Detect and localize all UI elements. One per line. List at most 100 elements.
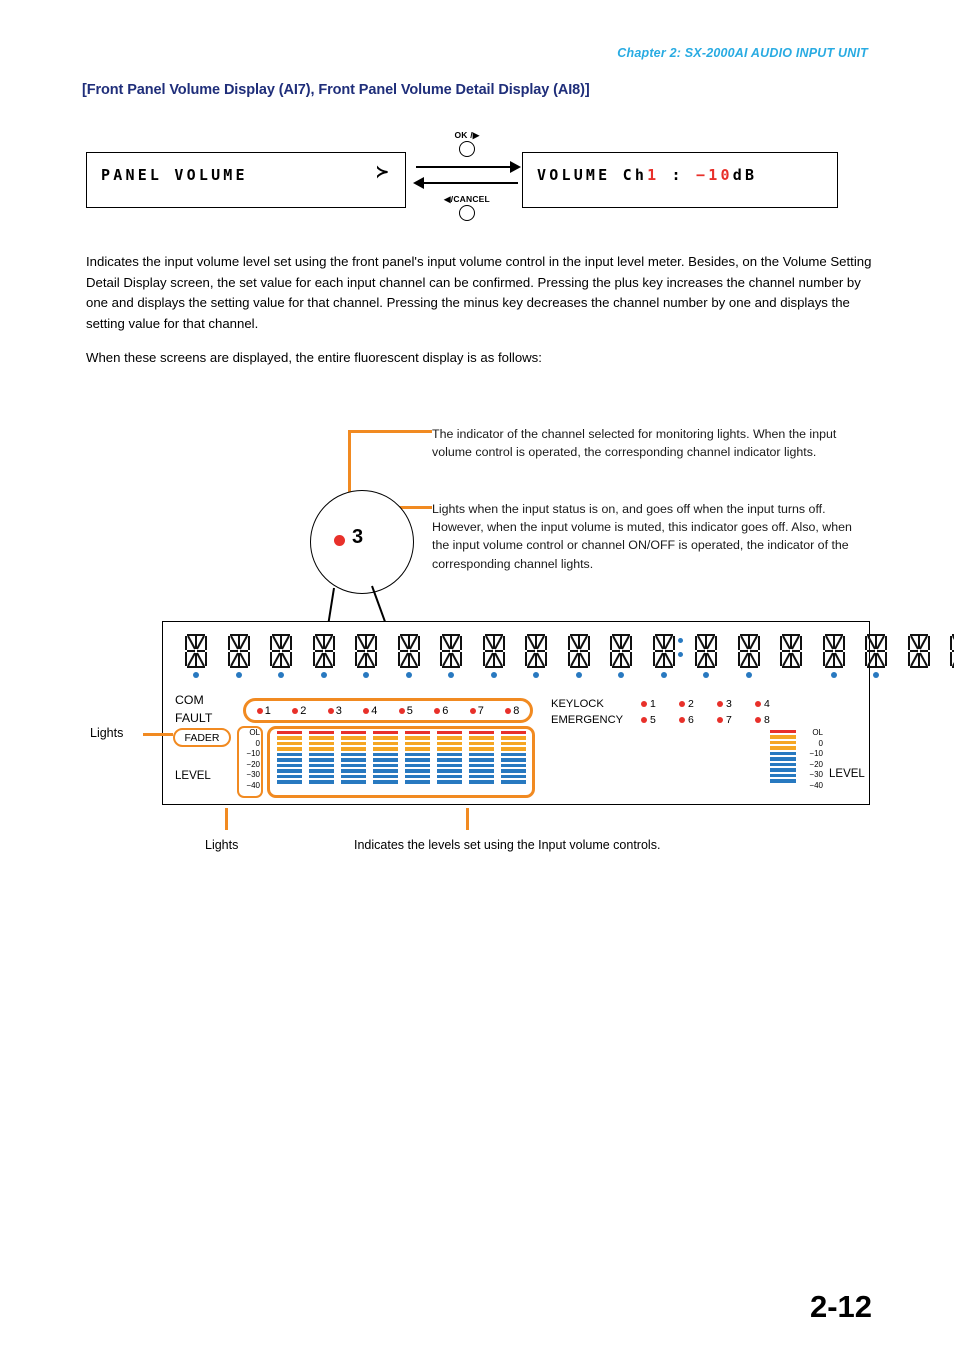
output-meter-scale-tick: −40: [809, 780, 823, 790]
level-meter-segment: [468, 741, 494, 746]
fourteen-segment-icon: [440, 634, 462, 668]
level-meter-segment: [308, 752, 334, 757]
level-label: LEVEL: [175, 770, 211, 782]
meter-scale-tick: OL: [249, 728, 260, 737]
output-level-meter-segment: [770, 746, 796, 750]
level-meter-segment: [404, 780, 430, 784]
level-meter-segment: [276, 731, 302, 735]
channel-indicator-number: 5: [406, 704, 413, 717]
channel-indicator-led-icon: [469, 707, 476, 714]
fourteen-segment-icon: [737, 634, 760, 668]
level-meter-column: [372, 731, 398, 784]
magnifier-tail-right: [371, 585, 388, 626]
segment-indicator-dot-icon: [320, 672, 327, 678]
channel-indicator: 2: [282, 705, 318, 717]
level-meter-segment: [308, 769, 334, 773]
output-level-meter-segment: [770, 740, 796, 745]
key-transition-group: OK /▶ ◀/CANCEL: [413, 130, 521, 226]
segment-character: [604, 634, 647, 686]
channel-indicator-led-icon: [434, 707, 441, 714]
segment-indicator-dot-icon: [830, 672, 837, 678]
channel-indicator: 7: [459, 705, 495, 717]
level-meter-segment: [276, 752, 302, 757]
forward-arrow-head-icon: [510, 161, 521, 173]
fourteen-segment-icon: [822, 634, 845, 668]
lcd-next-arrow-icon: ≻: [375, 164, 389, 181]
level-meter-segment: [372, 774, 398, 779]
keylock-led-icon: [641, 701, 647, 707]
channel-indicator-number: 2: [300, 704, 307, 717]
cancel-key-icon[interactable]: [459, 205, 475, 221]
fader-label: FADER: [184, 731, 220, 744]
level-meter-segment: [276, 763, 302, 768]
keylock-indicator-grid: 1 2 3 4 5 6 7 8: [641, 696, 793, 728]
level-meter-segment: [500, 780, 526, 784]
output-level-meter-segment: [770, 768, 796, 772]
description-paragraph-2: When these screens are displayed, the en…: [86, 350, 542, 365]
output-level-meter-segment: [770, 773, 796, 778]
magnified-indicator-dot-icon: [334, 535, 345, 546]
level-meter-segment: [468, 769, 494, 773]
level-meter-segment: [276, 741, 302, 746]
com-fault-labels: COM FAULT: [175, 692, 212, 727]
chapter-header: Chapter 2: SX-2000AI AUDIO INPUT UNIT: [617, 46, 868, 60]
channel-indicator-number: 6: [442, 704, 449, 717]
level-meter-segment: [372, 758, 398, 762]
fourteen-segment-icon: [652, 634, 675, 668]
keylock-indicator-number: 3: [726, 698, 732, 710]
level-meter-segment: [500, 741, 526, 746]
back-arrow-head-icon: [413, 177, 424, 189]
level-meter-segment: [436, 741, 462, 746]
level-meter-segment: [340, 774, 366, 779]
level-meter-segment: [500, 747, 526, 751]
ok-key-icon[interactable]: [459, 141, 475, 157]
level-meter-segment: [340, 752, 366, 757]
segment-character: [264, 634, 307, 686]
lcd-separator: :: [659, 166, 697, 184]
level-meter-segment: [340, 763, 366, 768]
level-meter-segment: [404, 747, 430, 751]
level-meter-segment: [404, 763, 430, 768]
lights-pointer-label: Lights: [90, 726, 124, 740]
fourteen-segment-icon: [695, 634, 717, 668]
level-meter-segment: [500, 731, 526, 735]
channel-indicator-led-icon: [327, 707, 334, 714]
level-meter-segment: [276, 780, 302, 784]
keylock-emergency-labels: KEYLOCK EMERGENCY: [551, 696, 623, 728]
level-meter-segment: [436, 736, 462, 740]
lcd-left-text: PANEL VOLUME: [101, 166, 248, 184]
description-paragraph-1: Indicates the input volume level set usi…: [86, 254, 872, 331]
level-meter-segment: [308, 747, 334, 751]
level-meter-segment: [500, 752, 526, 757]
keylock-indicator: 2: [679, 696, 717, 712]
fourteen-segment-icon: [482, 634, 505, 668]
keylock-led-icon: [755, 701, 761, 707]
keylock-indicator: 3: [717, 696, 755, 712]
fourteen-segment-icon: [865, 634, 887, 668]
segment-indicator-dot-icon: [278, 672, 284, 678]
callout-1-leader-horizontal: [348, 430, 432, 433]
level-meter-segment: [404, 741, 430, 746]
segment-indicator-dot-icon: [745, 672, 752, 678]
caption-lights: Lights: [205, 838, 239, 852]
colon-dot-upper-icon: [677, 638, 683, 643]
segment-character: [902, 634, 945, 686]
channel-indicator: 8: [495, 705, 531, 717]
level-meter-segment: [308, 774, 334, 779]
channel-indicator-led-icon: [256, 707, 263, 714]
keylock-indicator-number: 2: [688, 698, 694, 710]
fourteen-segment-icon: [185, 634, 207, 668]
segment-indicator-dot-icon: [235, 672, 242, 678]
level-meter-segment: [372, 752, 398, 757]
level-meter-segment: [308, 780, 334, 784]
lcd-volume-detail: VOLUME Ch1 : −10dB: [522, 152, 838, 208]
segment-character: [519, 634, 562, 686]
output-level-meter-segment: [770, 735, 796, 739]
page-title: [Front Panel Volume Display (AI7), Front…: [82, 82, 590, 98]
channel-indicator-led-icon: [398, 707, 405, 714]
meter-scale-tick: −10: [246, 749, 260, 759]
fourteen-segment-icon: [227, 634, 250, 668]
back-arrow-line: [416, 182, 518, 184]
level-meter-segment: [308, 763, 334, 768]
segment-character: [179, 634, 222, 686]
